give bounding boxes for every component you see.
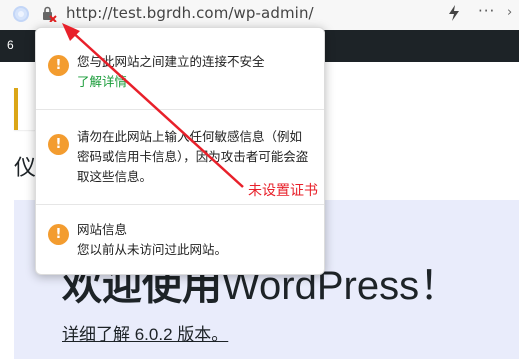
learn-more-version-link[interactable]: 详细了解 6.0.2 版本。 <box>62 320 228 345</box>
lightning-icon[interactable] <box>447 4 461 22</box>
warning-icon: ! <box>48 224 69 245</box>
site-info-title: 网站信息 <box>77 222 128 237</box>
globe-icon[interactable] <box>13 6 29 22</box>
warning-icon: ! <box>48 55 69 76</box>
learn-more-link[interactable]: 了解详情 <box>77 72 312 92</box>
address-bar: http://test.bgrdh.com/wp-admin/ ··· › <box>0 0 519 30</box>
divider <box>36 109 324 110</box>
not-secure-lock-icon[interactable] <box>41 6 57 22</box>
site-security-popup: ! 您与此网站之间建立的连接不安全 了解详情 ! 请勿在此网站上输入任何敏感信息… <box>35 27 325 275</box>
connection-not-secure-section: ! 您与此网站之间建立的连接不安全 了解详情 <box>36 48 324 108</box>
page-title: 仪 <box>14 156 37 181</box>
url-input[interactable]: http://test.bgrdh.com/wp-admin/ <box>66 3 314 23</box>
sensitive-info-warning: 请勿在此网站上输入任何敏感信息（例如密码或信用卡信息），因为攻击者可能会盗取这些… <box>77 129 309 184</box>
more-icon[interactable]: ··· <box>478 1 495 21</box>
connection-warning-title: 您与此网站之间建立的连接不安全 <box>77 54 265 69</box>
warning-icon: ! <box>48 134 69 155</box>
divider <box>36 204 324 205</box>
admin-bar-count[interactable]: 6 <box>7 38 14 52</box>
annotation-label: 未设置证书 <box>248 183 318 199</box>
site-info-section[interactable]: ! 网站信息 您以前从未访问过此网站。 <box>36 214 324 266</box>
site-info-body: 您以前从未访问过此网站。 <box>77 242 228 257</box>
chevron-right-icon[interactable]: › <box>507 4 512 22</box>
